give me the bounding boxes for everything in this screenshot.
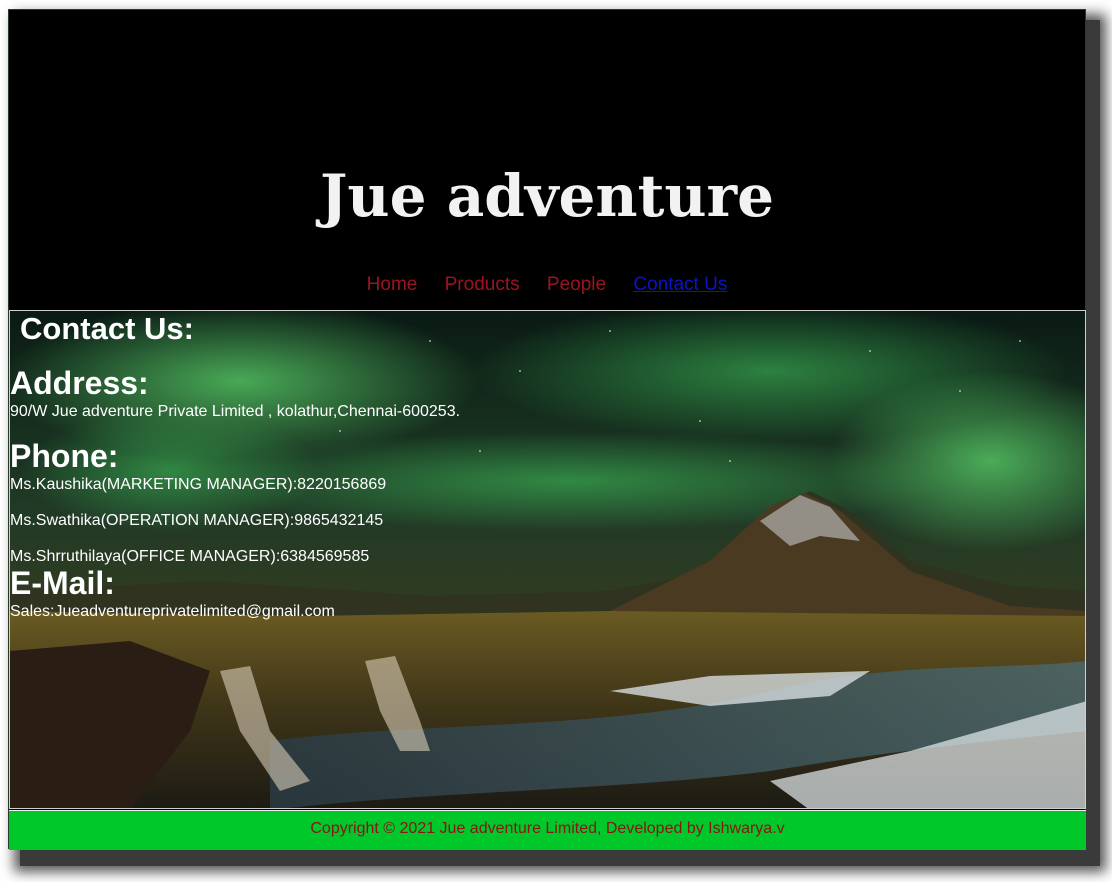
phone-title: Phone: [10,438,119,474]
page-container: Jue adventure Home Products People Conta… [8,9,1086,850]
email-text: Sales:Jueadventureprivatelimited@gmail.c… [10,603,335,620]
email-title: E-Mail: [10,565,115,601]
nav-link-products[interactable]: Products [445,274,520,295]
contact-section: Contact Us: Address: 90/W Jue adventure … [9,310,1086,809]
phone-entry: Ms.Shrruthilaya(OFFICE MANAGER):63845695… [10,548,370,565]
main-nav: Home Products People Contact Us [9,274,1085,296]
nav-link-home[interactable]: Home [367,274,418,295]
footer: Copyright © 2021 Jue adventure Limited, … [9,810,1086,850]
phone-entry: Ms.Swathika(OPERATION MANAGER):986543214… [10,512,384,529]
copyright-text: Copyright © 2021 Jue adventure Limited, … [310,820,785,837]
site-title: Jue adventure [319,162,775,230]
address-title: Address: [10,365,149,401]
nav-link-people[interactable]: People [547,274,606,295]
nav-link-contact-us[interactable]: Contact Us [633,274,727,295]
phone-entry: Ms.Kaushika(MARKETING MANAGER):822015686… [10,476,387,493]
contact-heading: Contact Us: [20,311,194,346]
address-text: 90/W Jue adventure Private Limited , kol… [10,403,461,420]
